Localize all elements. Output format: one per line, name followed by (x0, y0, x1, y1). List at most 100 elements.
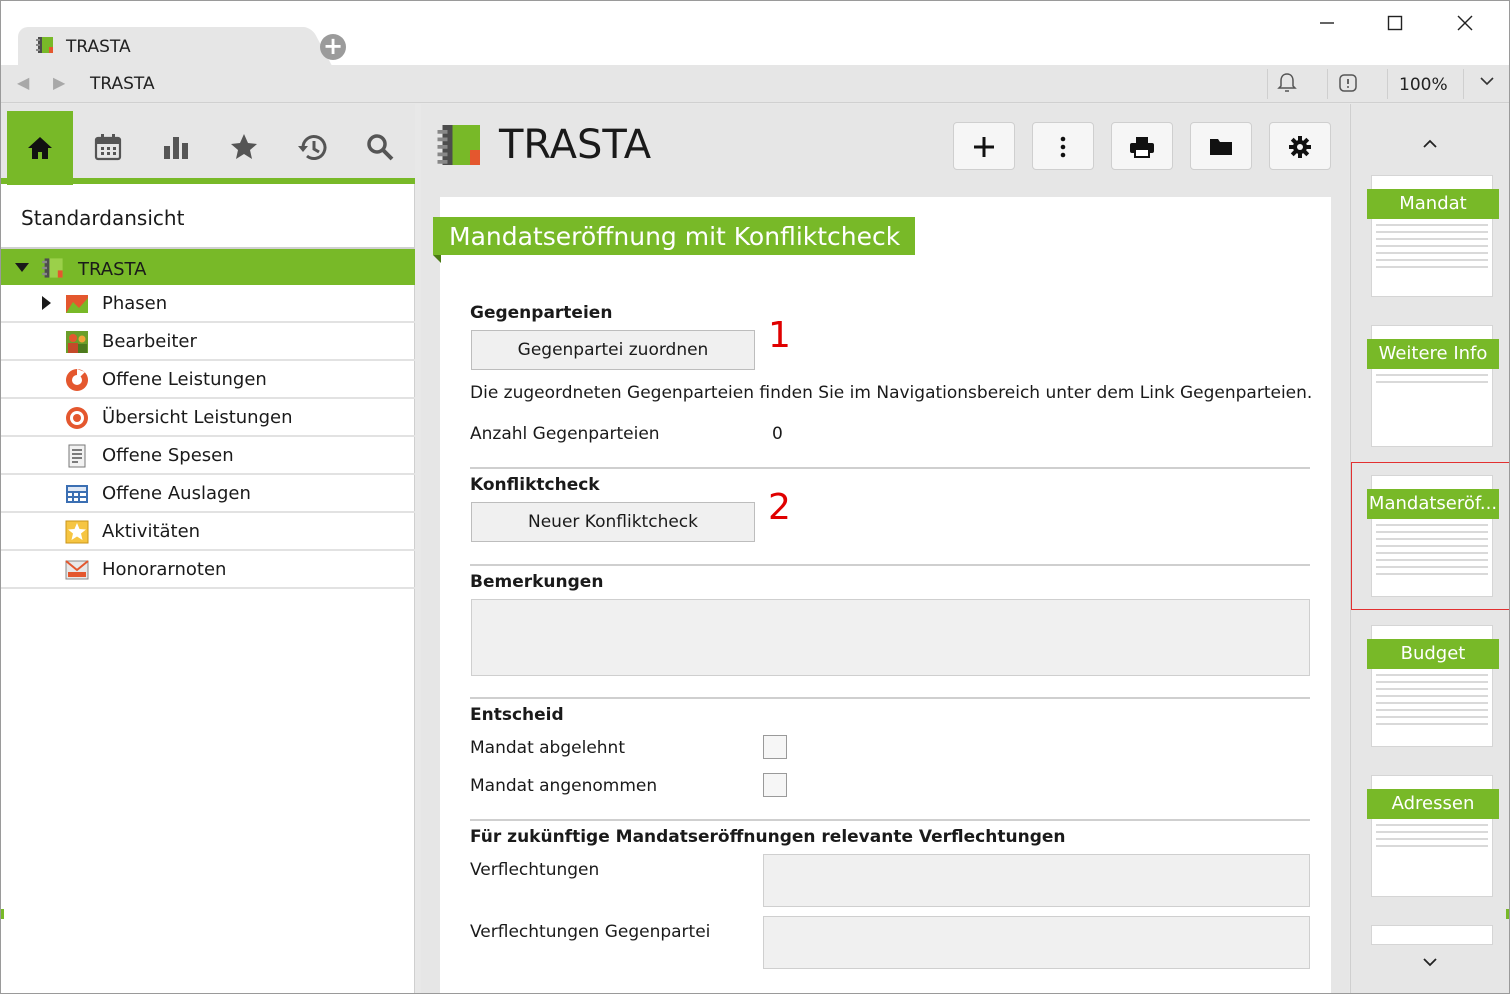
divider (1387, 69, 1388, 99)
sidebar-item-offene-auslagen[interactable]: Offene Auslagen (1, 475, 415, 513)
gear-icon (1289, 136, 1311, 158)
more-button[interactable] (1032, 122, 1094, 170)
minimize-icon[interactable] (1307, 9, 1347, 39)
new-tab-icon[interactable]: + (320, 34, 346, 60)
search-button[interactable] (347, 110, 413, 184)
konfliktcheck-heading: Konfliktcheck (470, 475, 600, 495)
mandat-angenommen-checkbox[interactable] (763, 773, 787, 797)
sidebar-item-offene-leistungen[interactable]: Offene Leistungen (1, 361, 415, 399)
tab-trasta[interactable]: TRASTA (18, 27, 308, 67)
thumbnail-label: Adressen (1367, 789, 1499, 819)
anzahl-gegenparteien-value: 0 (772, 424, 783, 444)
thumbnail-mandatseroeffnung[interactable]: Mandatseröf... (1367, 475, 1499, 597)
invoice-icon (65, 560, 89, 580)
navigation-tree: TRASTA Phasen Bearbeiter Offene Leistung… (1, 247, 415, 589)
print-icon (1130, 137, 1154, 158)
thumbnail-preview (1376, 374, 1488, 440)
divider (470, 467, 1310, 469)
sidebar-item-label: Phasen (102, 293, 168, 314)
sidebar-item-aktivitaeten[interactable]: Aktivitäten (1, 513, 415, 551)
sidebar: Standardansicht TRASTA Phasen Bearbeiter… (1, 104, 415, 993)
clock-icon (66, 369, 88, 391)
main-area: TRASTA Mandatseröffnung mit Konfliktchec… (421, 104, 1349, 993)
sidebar-item-label: Bearbeiter (102, 331, 197, 352)
thumbnail-preview (1376, 224, 1488, 290)
annotation-marker-2: 2 (768, 487, 791, 528)
settings-button[interactable] (1269, 122, 1331, 170)
zoom-level[interactable]: 100% (1399, 75, 1448, 95)
history-button[interactable] (279, 110, 345, 184)
print-button[interactable] (1111, 122, 1173, 170)
favorites-button[interactable] (211, 110, 277, 184)
thumbnail-next[interactable] (1371, 925, 1493, 945)
tree-root-trasta[interactable]: TRASTA (1, 247, 415, 285)
people-icon (66, 331, 88, 353)
receipt-icon (68, 444, 86, 468)
divider (1327, 69, 1328, 99)
bell-icon[interactable] (1274, 72, 1300, 98)
thumbnail-budget[interactable]: Budget (1367, 625, 1499, 747)
sidebar-item-label: Offene Leistungen (102, 369, 267, 390)
chevron-down-icon[interactable] (1474, 72, 1500, 98)
sidebar-toolbar (1, 104, 415, 185)
history-icon (298, 135, 327, 160)
scroll-up-icon[interactable] (1421, 132, 1439, 156)
verflechtungen-field[interactable] (763, 854, 1310, 907)
close-icon[interactable] (1445, 9, 1485, 39)
thumbnail-weitere-info[interactable]: Weitere Info (1367, 325, 1499, 447)
sidebar-item-uebersicht-leistungen[interactable]: Übersicht Leistungen (1, 399, 415, 437)
alert-icon[interactable] (1335, 72, 1361, 98)
forward-arrow-icon[interactable]: ▶ (53, 73, 65, 92)
edge-marker (1, 909, 4, 919)
sidebar-item-bearbeiter[interactable]: Bearbeiter (1, 323, 415, 361)
calendar-button[interactable] (75, 110, 141, 184)
calculator-icon (66, 485, 88, 503)
page-title: TRASTA (499, 122, 652, 168)
thumbnail-preview (1376, 674, 1488, 740)
sidebar-item-offene-spesen[interactable]: Offene Spesen (1, 437, 415, 475)
home-button[interactable] (7, 111, 73, 185)
expand-caret-icon[interactable] (42, 296, 51, 310)
star-icon (65, 520, 89, 544)
mandat-abgelehnt-checkbox[interactable] (763, 735, 787, 759)
bemerkungen-heading: Bemerkungen (470, 572, 604, 592)
target-icon (66, 407, 88, 429)
trasta-logo-icon (36, 37, 53, 53)
neuer-konfliktcheck-button[interactable]: Neuer Konfliktcheck (471, 502, 755, 542)
folder-button[interactable] (1190, 122, 1252, 170)
thumbnail-label: Weitere Info (1367, 339, 1499, 369)
back-arrow-icon[interactable]: ◀ (17, 73, 29, 92)
divider (1463, 69, 1464, 99)
plus-icon (974, 137, 994, 157)
thumbnail-panel: Mandat Weitere Info Mandatseröf... Budge… (1350, 104, 1509, 993)
statistics-button[interactable] (143, 110, 209, 184)
home-icon (28, 137, 52, 159)
sidebar-item-label: Offene Auslagen (102, 483, 251, 504)
sidebar-item-phasen[interactable]: Phasen (1, 285, 415, 323)
entscheid-heading: Entscheid (470, 705, 564, 725)
gegenpartei-zuordnen-button[interactable]: Gegenpartei zuordnen (471, 330, 755, 370)
thumbnail-mandat[interactable]: Mandat (1367, 175, 1499, 297)
sidebar-item-honorarnoten[interactable]: Honorarnoten (1, 551, 415, 589)
title-bar: TRASTA + (1, 1, 1509, 67)
divider (470, 819, 1310, 821)
thumbnail-adressen[interactable]: Adressen (1367, 775, 1499, 897)
verflechtungen-gegenpartei-label: Verflechtungen Gegenpartei (470, 922, 711, 942)
sidebar-item-label: Übersicht Leistungen (102, 407, 293, 428)
section-title: Mandatseröffnung mit Konfliktcheck (433, 217, 916, 263)
verflechtungen-gegenpartei-field[interactable] (763, 916, 1310, 969)
tree-root-label: TRASTA (78, 259, 147, 280)
annotation-marker-1: 1 (768, 315, 791, 356)
add-button[interactable] (953, 122, 1015, 170)
bemerkungen-field[interactable] (471, 599, 1310, 676)
trasta-logo-icon (437, 125, 480, 165)
gegenparteien-heading: Gegenparteien (470, 303, 613, 323)
verflechtungen-label: Verflechtungen (470, 860, 600, 880)
scroll-down-icon[interactable] (1421, 950, 1439, 974)
bar-chart-icon (164, 137, 188, 159)
collapse-caret-icon[interactable] (15, 263, 29, 272)
gegenparteien-info: Die zugeordneten Gegenparteien finden Si… (470, 383, 1313, 403)
sidebar-item-label: Aktivitäten (102, 521, 201, 542)
mandat-angenommen-label: Mandat angenommen (470, 776, 658, 796)
maximize-icon[interactable] (1375, 9, 1415, 39)
